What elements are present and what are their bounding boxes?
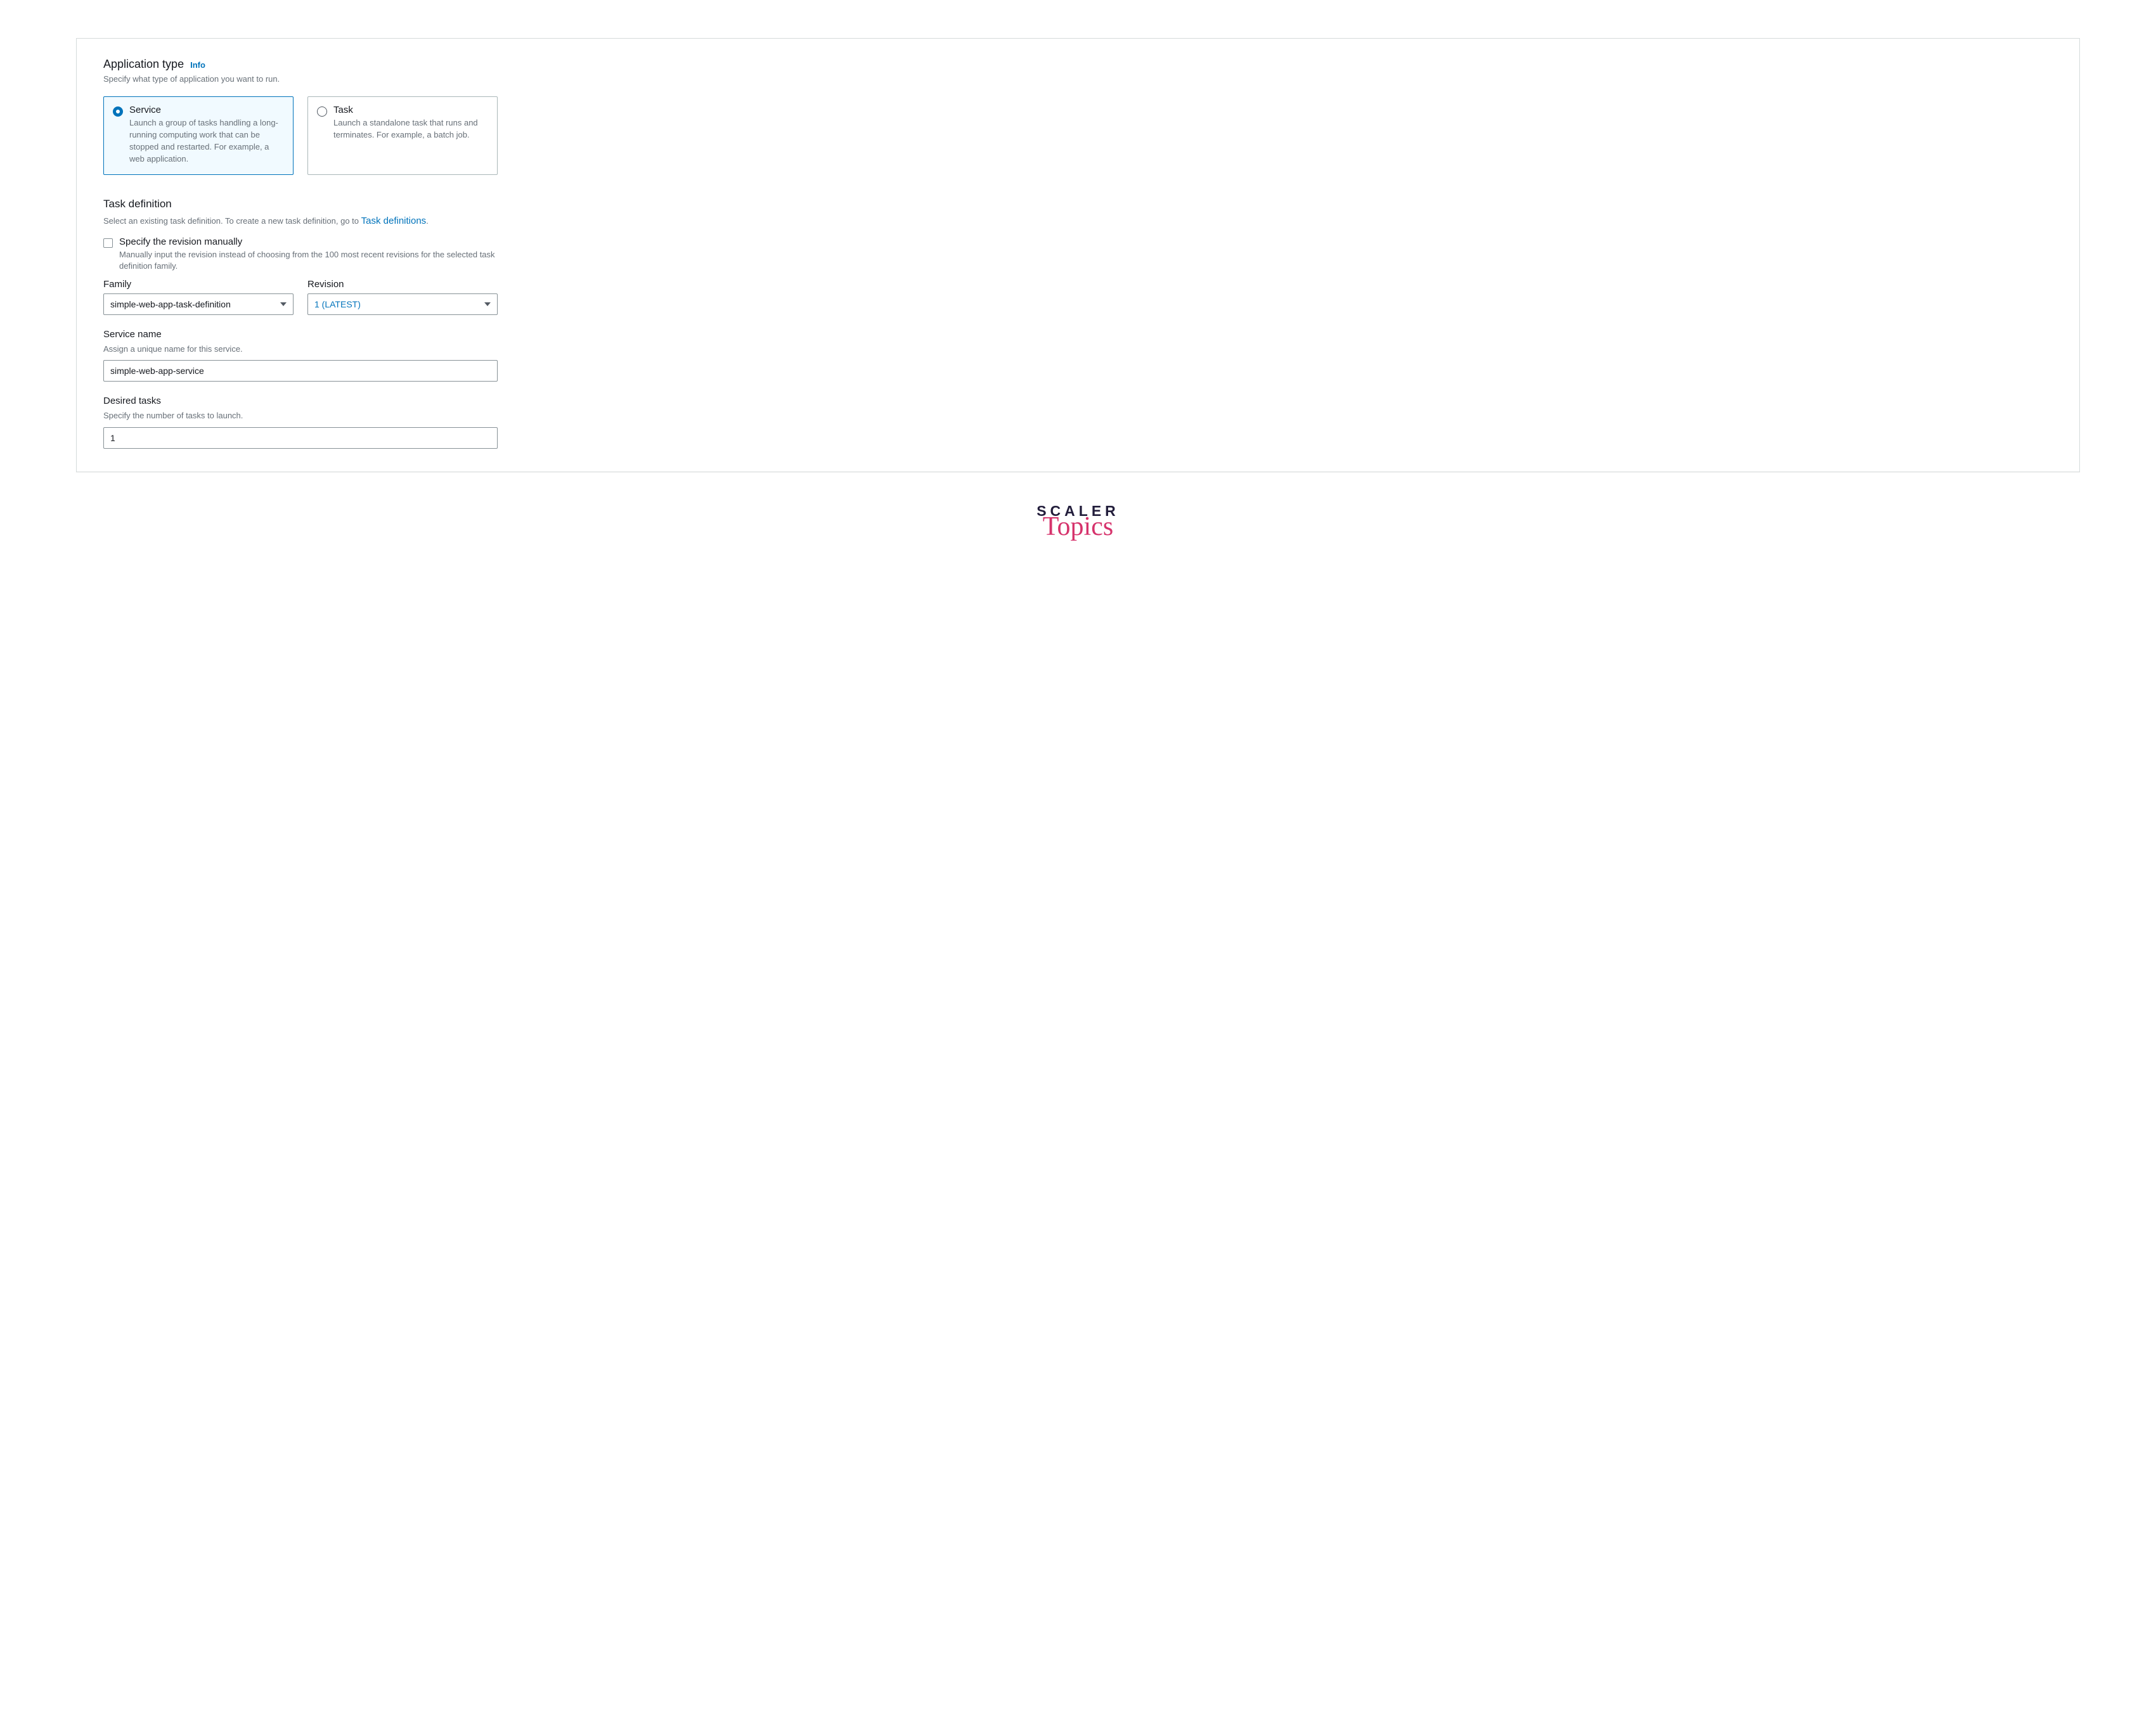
radio-card-service[interactable]: Service Launch a group of tasks handling… — [103, 96, 294, 174]
specify-revision-checkbox[interactable] — [103, 238, 113, 248]
specify-revision-desc: Manually input the revision instead of c… — [119, 249, 525, 273]
brand-line2: Topics — [76, 513, 2080, 540]
task-definition-desc: Select an existing task definition. To c… — [103, 214, 2053, 228]
task-definition-title: Task definition — [103, 198, 2053, 210]
task-definition-desc-prefix: Select an existing task definition. To c… — [103, 216, 361, 226]
revision-select[interactable]: 1 (LATEST) — [307, 293, 498, 315]
application-type-options: Service Launch a group of tasks handling… — [103, 96, 2053, 174]
info-link[interactable]: Info — [190, 60, 205, 70]
family-select-value: simple-web-app-task-definition — [110, 299, 231, 309]
family-select[interactable]: simple-web-app-task-definition — [103, 293, 294, 315]
family-label: Family — [103, 279, 294, 290]
radio-task-desc: Launch a standalone task that runs and t… — [333, 117, 488, 141]
chevron-down-icon — [484, 302, 491, 306]
brand-logo: SCALER Topics — [76, 503, 2080, 540]
desired-tasks-desc: Specify the number of tasks to launch. — [103, 410, 2053, 421]
revision-label: Revision — [307, 279, 498, 290]
radio-icon — [317, 106, 327, 117]
deployment-config-panel: Application type Info Specify what type … — [76, 38, 2080, 472]
desired-tasks-input[interactable] — [103, 427, 498, 449]
application-type-title: Application type — [103, 58, 184, 71]
radio-card-task[interactable]: Task Launch a standalone task that runs … — [307, 96, 498, 174]
radio-service-title: Service — [129, 105, 284, 115]
service-name-input[interactable] — [103, 360, 498, 382]
radio-icon — [113, 106, 123, 117]
radio-task-title: Task — [333, 105, 488, 115]
radio-service-desc: Launch a group of tasks handling a long-… — [129, 117, 284, 165]
service-name-label: Service name — [103, 329, 2053, 340]
specify-revision-label: Specify the revision manually — [119, 236, 525, 247]
task-definitions-link[interactable]: Task definitions — [361, 216, 427, 226]
application-type-desc: Specify what type of application you wan… — [103, 74, 2053, 85]
desired-tasks-label: Desired tasks — [103, 396, 2053, 406]
task-definition-desc-suffix: . — [426, 216, 429, 226]
service-name-desc: Assign a unique name for this service. — [103, 344, 2053, 355]
revision-select-value: 1 (LATEST) — [314, 299, 361, 309]
chevron-down-icon — [280, 302, 287, 306]
